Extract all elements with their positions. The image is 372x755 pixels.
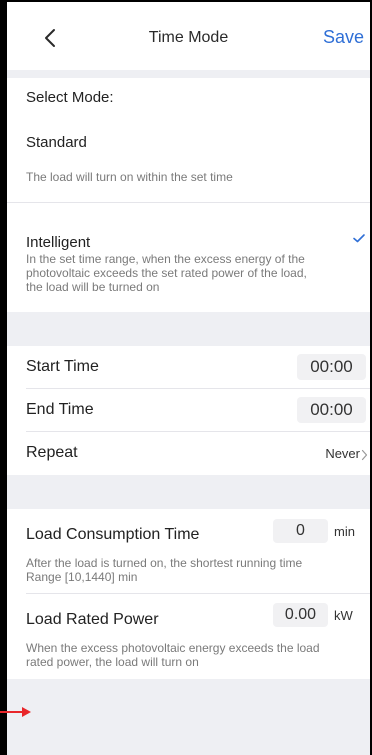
standard-title: Standard	[26, 134, 87, 151]
section-gap	[7, 475, 370, 509]
navigation-bar: Time Mode Save	[7, 2, 370, 70]
end-time-row[interactable]: End Time 00:00	[7, 389, 370, 431]
schedule-section: Start Time 00:00 End Time 00:00 Repeat N…	[7, 346, 370, 475]
repeat-label: Repeat	[26, 444, 78, 461]
frame-edge-left	[0, 0, 7, 755]
standard-description: The load will turn on within the set tim…	[26, 170, 233, 184]
bottom-area	[7, 679, 370, 755]
chevron-right-icon	[361, 448, 368, 461]
section-gap	[7, 312, 370, 346]
section-gap	[7, 70, 370, 78]
mode-option-standard[interactable]: Standard The load will turn on within th…	[7, 118, 370, 202]
mode-option-intelligent[interactable]: Intelligent In the set time range, when …	[7, 203, 370, 312]
load-section: Load Consumption Time 0 min After the lo…	[7, 509, 370, 679]
repeat-row[interactable]: Repeat Never	[7, 432, 370, 475]
screen: Time Mode Save Select Mode: Standard The…	[7, 2, 370, 755]
load-consumption-time-description-line-1: After the load is turned on, the shortes…	[26, 556, 303, 570]
phone-frame: Time Mode Save Select Mode: Standard The…	[0, 0, 372, 755]
page-title: Time Mode	[148, 29, 229, 46]
end-time-value[interactable]: 00:00	[297, 397, 366, 423]
load-rated-power-input[interactable]: 0.00	[273, 603, 328, 627]
save-button[interactable]: Save	[323, 27, 364, 48]
intelligent-description-line-3: the load will be turned on	[26, 280, 160, 294]
load-rated-power-description-line-1: When the excess photovoltaic energy exce…	[26, 641, 320, 655]
repeat-value: Never	[325, 446, 360, 461]
start-time-value[interactable]: 00:00	[297, 354, 366, 380]
start-time-label: Start Time	[26, 358, 99, 375]
load-consumption-time-description-line-2: Range [10,1440] min	[26, 570, 138, 584]
intelligent-description-line-1: In the set time range, when the excess e…	[26, 252, 305, 266]
mode-section: Select Mode: Standard The load will turn…	[7, 78, 370, 312]
load-consumption-time-input[interactable]: 0	[273, 519, 328, 543]
end-time-label: End Time	[26, 401, 94, 418]
start-time-row[interactable]: Start Time 00:00	[7, 346, 370, 388]
load-rated-power-unit: kW	[334, 608, 353, 623]
load-consumption-time-label: Load Consumption Time	[26, 526, 200, 543]
select-mode-heading: Select Mode:	[26, 89, 114, 106]
annotation-arrow-icon	[0, 705, 32, 717]
load-consumption-time-unit: min	[334, 524, 355, 539]
load-rated-power-description-line-2: rated power, the load will turn on	[26, 655, 199, 669]
checkmark-icon	[352, 231, 366, 243]
load-rated-power-label: Load Rated Power	[26, 611, 159, 628]
intelligent-title: Intelligent	[26, 234, 91, 251]
divider	[26, 593, 370, 594]
intelligent-description-line-2: photovoltaic exceeds the set rated power…	[26, 266, 307, 280]
